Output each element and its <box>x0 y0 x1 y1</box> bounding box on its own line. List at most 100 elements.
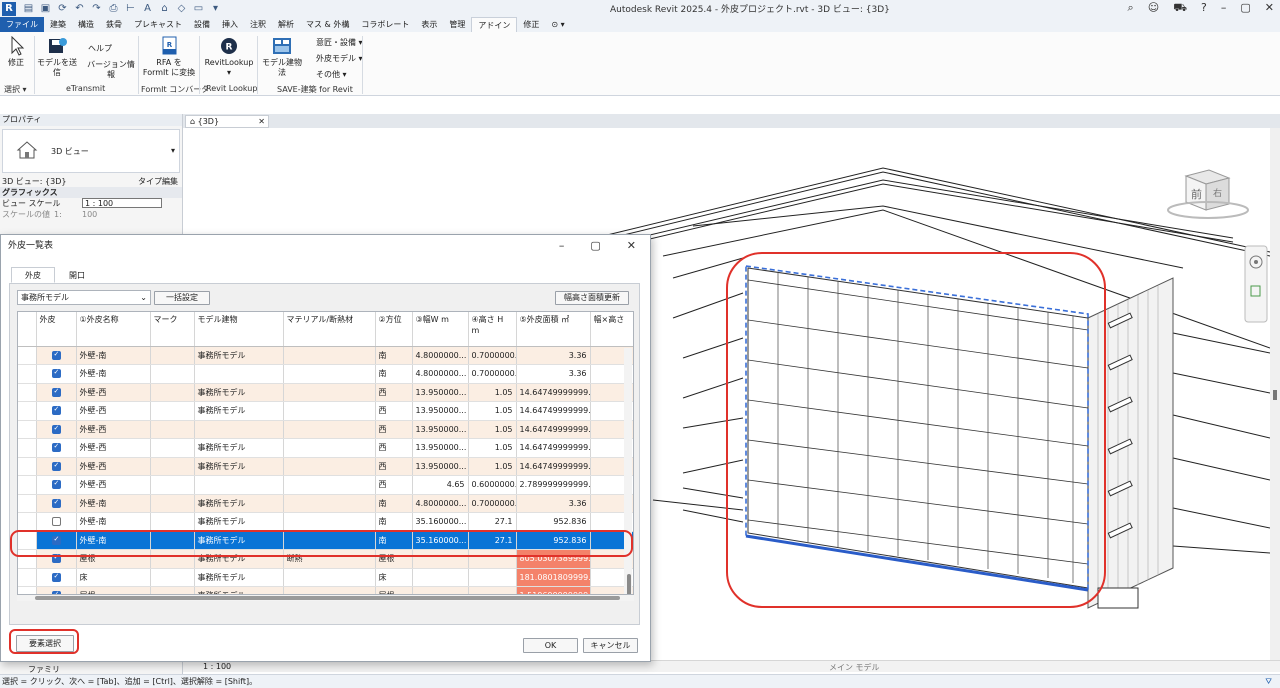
binoculars-icon[interactable]: ⌕ <box>1128 1 1134 16</box>
grid-vertical-scrollbar[interactable] <box>624 348 632 594</box>
send-model-button[interactable]: モデルを送信 <box>36 36 78 78</box>
grid-cell-dir[interactable]: 西 <box>375 383 413 402</box>
col-header[interactable]: 外皮 <box>36 312 77 347</box>
text-icon[interactable]: A <box>141 3 154 14</box>
view-tab-close-icon[interactable]: ✕ <box>258 116 265 127</box>
table-row[interactable]: 外壁-西 事務所モデル 西13.950000...1.0514.6474999999… <box>18 457 633 476</box>
grid-cell-h[interactable]: 0.7000000... <box>468 494 517 513</box>
include-checkbox[interactable] <box>51 498 61 508</box>
row-header[interactable] <box>18 364 37 384</box>
row-header[interactable] <box>18 401 37 421</box>
col-header[interactable]: 幅×高さ <box>590 312 633 347</box>
tab-extra-dropdown[interactable]: ⊙ ▾ <box>545 17 570 32</box>
revitlookup-button[interactable]: R RevitLookup ▾ <box>203 36 255 78</box>
include-checkbox[interactable] <box>51 572 61 582</box>
rfa-formit-button[interactable]: R RFA を FormIt に変換 <box>142 36 196 78</box>
col-header[interactable]: ④高さ H m <box>468 312 517 347</box>
grid-cell-mark[interactable] <box>150 494 195 513</box>
include-checkbox[interactable] <box>51 405 61 416</box>
grid-cell-model[interactable] <box>194 475 284 495</box>
open-icon[interactable]: ▤ <box>22 3 35 14</box>
grid-cell-h[interactable]: 0.7000000... <box>468 364 517 384</box>
table-row[interactable]: 外壁-南 事務所モデル 南4.8000000...0.7000000...3.36 <box>18 494 633 513</box>
envelope-model-menu[interactable]: 外皮モデル ▾ <box>316 54 363 64</box>
grid-cell-name[interactable]: 外壁-西 <box>76 401 151 421</box>
measure-icon[interactable]: ⊢ <box>124 3 137 14</box>
redo-icon[interactable]: ↷ <box>90 3 103 14</box>
table-row[interactable]: 外壁-西 事務所モデル 西13.950000...1.0514.6474999999… <box>18 383 633 402</box>
row-header[interactable] <box>18 420 37 439</box>
grid-cell-w[interactable]: 13.950000... <box>412 438 469 458</box>
viewcube[interactable]: 前 右 <box>1167 169 1249 219</box>
table-row[interactable]: 外壁-西 事務所モデル 西13.950000...1.0514.6474999999… <box>18 401 633 421</box>
viewcube-right-label[interactable]: 右 <box>1213 187 1222 199</box>
grid-cell-w[interactable]: 13.950000... <box>412 383 469 402</box>
grid-cell-material[interactable] <box>283 364 376 384</box>
grid-cell-model[interactable]: 事務所モデル <box>194 401 284 421</box>
row-header[interactable] <box>18 494 37 513</box>
dialog-close-icon[interactable]: ✕ <box>627 235 636 257</box>
grid-cell-w[interactable] <box>412 568 469 587</box>
grid-cell-name[interactable]: 外壁-西 <box>76 420 151 439</box>
grid-cell-name[interactable]: 外壁-南 <box>76 364 151 384</box>
qat-dropdown-icon[interactable]: ▾ <box>209 3 222 14</box>
sync-icon[interactable]: ⟳ <box>56 3 69 14</box>
include-checkbox[interactable] <box>51 350 61 360</box>
grid-cell-model[interactable]: 事務所モデル <box>194 438 284 458</box>
model-building-button[interactable]: モデル建物法 <box>259 36 305 78</box>
grid-cell-model[interactable]: 事務所モデル <box>194 512 284 532</box>
grid-cell-mark[interactable] <box>150 383 195 402</box>
other-menu[interactable]: その他 ▾ <box>316 70 347 80</box>
row-header[interactable] <box>18 346 37 365</box>
grid-cell-material[interactable] <box>283 438 376 458</box>
revit-logo[interactable]: R <box>2 1 16 16</box>
grid-cell-mark[interactable] <box>150 475 195 495</box>
grid-cell-dir[interactable]: 床 <box>375 568 413 587</box>
include-checkbox[interactable] <box>51 442 61 453</box>
table-row[interactable]: 外壁-南 事務所モデル 南35.160000...27.1952.836 <box>18 512 633 532</box>
grid-cell-mark[interactable] <box>150 586 195 594</box>
tab-steel[interactable]: 鉄骨 <box>100 17 128 32</box>
design-equipment-menu[interactable]: 意匠・設備 ▾ <box>316 38 363 48</box>
tab-collaborate[interactable]: コラボレート <box>355 17 415 32</box>
type-selector[interactable]: 3D ビュー ▾ <box>2 129 180 173</box>
grid-cell-dir[interactable]: 西 <box>375 401 413 421</box>
grid-cell-dir[interactable]: 屋根 <box>375 586 413 594</box>
grid-cell-w[interactable]: 4.8000000... <box>412 494 469 513</box>
grid-cell-area[interactable]: 952.836 <box>516 512 591 532</box>
view-tab-3d[interactable]: ⌂ {3D} ✕ <box>185 115 269 128</box>
grid-cell-mark[interactable] <box>150 401 195 421</box>
table-row[interactable]: 外壁-西 事務所モデル 西13.950000...1.0514.6474999999… <box>18 438 633 458</box>
grid-cell-area[interactable]: 3.36 <box>516 346 591 365</box>
tab-architecture[interactable]: 建築 <box>44 17 72 32</box>
grid-cell-area[interactable]: 1.519699999999... <box>516 586 591 594</box>
grid-cell-area[interactable]: 2.789999999999... <box>516 475 591 495</box>
save-icon[interactable]: ▣ <box>39 3 52 14</box>
grid-cell-material[interactable] <box>283 494 376 513</box>
graphics-section[interactable]: グラフィックス <box>0 187 182 198</box>
tab-massing[interactable]: マス & 外構 <box>300 17 355 32</box>
row-header[interactable] <box>18 383 37 402</box>
grid-cell-area[interactable]: 14.64749999999... <box>516 457 591 476</box>
3d-view-icon[interactable]: ⌂ <box>158 3 171 14</box>
grid-cell-h[interactable]: 1.05 <box>468 401 517 421</box>
grid-cell-h[interactable]: 27.1 <box>468 512 517 532</box>
tab-systems[interactable]: 設備 <box>188 17 216 32</box>
tab-insert[interactable]: 挿入 <box>216 17 244 32</box>
cancel-button[interactable]: キャンセル <box>583 638 638 653</box>
col-header[interactable]: ⑤外皮面積 ㎡ <box>516 312 591 347</box>
row-header[interactable] <box>18 586 37 594</box>
grid-cell-dir[interactable]: 南 <box>375 494 413 513</box>
help-icon[interactable]: ? <box>1201 1 1207 16</box>
tab-precast[interactable]: プレキャスト <box>128 17 188 32</box>
filter-icon[interactable]: ⛛ <box>1265 675 1272 688</box>
grid-cell-material[interactable] <box>283 475 376 495</box>
grid-cell-dir[interactable]: 西 <box>375 457 413 476</box>
grid-cell-h[interactable]: 1.05 <box>468 457 517 476</box>
print-icon[interactable]: ⎙ <box>107 3 120 14</box>
grid-cell-model[interactable]: 事務所モデル <box>194 457 284 476</box>
col-header[interactable]: マテリアル/断熱材 <box>283 312 376 347</box>
grid-cell-model[interactable]: 事務所モデル <box>194 586 284 594</box>
col-header[interactable]: ③幅W m <box>412 312 469 347</box>
grid-cell-model[interactable]: 事務所モデル <box>194 568 284 587</box>
